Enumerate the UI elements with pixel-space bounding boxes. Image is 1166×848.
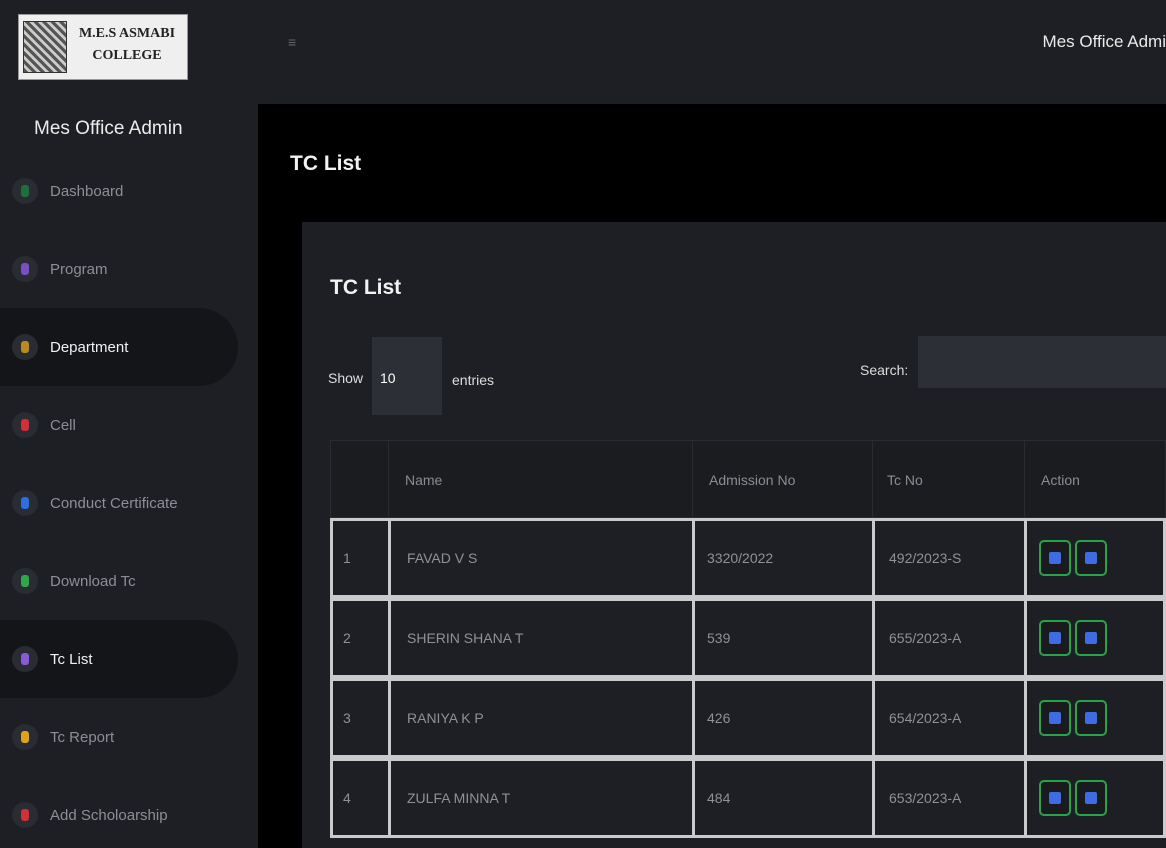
cell-admission-no: 426: [695, 681, 875, 755]
cell-name: FAVAD V S: [391, 521, 695, 595]
sidebar-item-program[interactable]: Program: [0, 230, 238, 308]
logo-line-1: M.E.S ASMABI: [78, 26, 176, 41]
sidebar-item-label: Conduct Certificate: [50, 494, 178, 512]
header-action: Action: [1041, 472, 1080, 488]
cell-index: 3: [333, 681, 391, 755]
sidebar-item-download-tc[interactable]: Download Tc: [0, 542, 238, 620]
sidebar-admin-title: Mes Office Admin: [34, 118, 183, 139]
search-label: Search:: [860, 362, 909, 378]
sidebar-item-label: Tc Report: [50, 728, 115, 746]
top-bar: ≡ Mes Office Admi: [258, 0, 1166, 104]
cell-name: ZULFA MINNA T: [391, 761, 695, 835]
tc-list-card: TC List Show 10 entries Search: Name Adm…: [302, 222, 1166, 848]
cell-admission-no: 3320/2022: [695, 521, 875, 595]
download-icon: [12, 568, 38, 594]
edit-button[interactable]: [1039, 620, 1071, 656]
cell-index: 1: [333, 521, 391, 595]
edit-button[interactable]: [1039, 700, 1071, 736]
edit-button[interactable]: [1039, 540, 1071, 576]
table-row: 1 FAVAD V S 3320/2022 492/2023-S: [330, 518, 1166, 598]
header-admission-no[interactable]: Admission No: [693, 441, 873, 519]
scholarship-icon: [12, 802, 38, 828]
edit-button[interactable]: [1039, 780, 1071, 816]
list-icon: [12, 646, 38, 672]
cell-index: 4: [333, 761, 391, 835]
cell-tc-no: 653/2023-A: [875, 761, 1027, 835]
edit-icon: [1049, 712, 1061, 724]
delete-icon: [1085, 712, 1097, 724]
table-row: 2 SHERIN SHANA T 539 655/2023-A: [330, 598, 1166, 678]
sidebar-item-label: Department: [50, 338, 129, 356]
department-icon: [12, 334, 38, 360]
sidebar-item-label: Cell: [50, 416, 76, 434]
entries-length-select[interactable]: 10: [372, 337, 442, 415]
delete-button[interactable]: [1075, 780, 1107, 816]
edit-icon: [1049, 632, 1061, 644]
delete-button[interactable]: [1075, 540, 1107, 576]
college-emblem-icon: [23, 21, 67, 73]
delete-icon: [1085, 632, 1097, 644]
sidebar-item-label: Tc List: [50, 650, 93, 668]
sidebar-item-tc-list[interactable]: Tc List: [0, 620, 238, 698]
report-icon: [12, 724, 38, 750]
sidebar-item-label: Program: [50, 260, 108, 278]
edit-icon: [1049, 792, 1061, 804]
sidebar-item-cell[interactable]: Cell: [0, 386, 238, 464]
header-tc-no[interactable]: Tc No: [873, 441, 1025, 519]
delete-icon: [1085, 552, 1097, 564]
header-index[interactable]: [331, 441, 389, 519]
table-header: Name Admission No Tc No Action: [330, 440, 1166, 519]
cell-action: [1027, 681, 1163, 755]
delete-button[interactable]: [1075, 700, 1107, 736]
sidebar-item-add-scholoarship[interactable]: Add Scholoarship: [0, 776, 238, 848]
entries-label: entries: [452, 372, 495, 388]
sidebar-item-tc-report[interactable]: Tc Report: [0, 698, 238, 776]
cell-admission-no: 484: [695, 761, 875, 835]
card-title: TC List: [330, 276, 402, 299]
header-name[interactable]: Name: [389, 441, 693, 519]
delete-icon: [1085, 792, 1097, 804]
search-input[interactable]: [918, 336, 1166, 388]
sidebar: M.E.S ASMABI COLLEGE Mes Office Admin Da…: [0, 0, 258, 848]
sidebar-item-label: Dashboard: [50, 182, 124, 200]
cell-action: [1027, 521, 1163, 595]
show-label: Show: [328, 370, 364, 386]
sidebar-item-conduct-certificate[interactable]: Conduct Certificate: [0, 464, 238, 542]
cell-action: [1027, 601, 1163, 675]
cell-action: [1027, 761, 1163, 835]
page-title: TC List: [290, 152, 362, 175]
sidebar-item-dashboard[interactable]: Dashboard: [0, 152, 238, 230]
dashboard-icon: [12, 178, 38, 204]
cell-icon: [12, 412, 38, 438]
certificate-icon: [12, 490, 38, 516]
hamburger-icon[interactable]: ≡: [288, 34, 296, 50]
cell-name: RANIYA K P: [391, 681, 695, 755]
sidebar-item-label: Download Tc: [50, 572, 136, 590]
delete-button[interactable]: [1075, 620, 1107, 656]
cell-tc-no: 492/2023-S: [875, 521, 1027, 595]
cell-tc-no: 654/2023-A: [875, 681, 1027, 755]
top-user-name[interactable]: Mes Office Admi: [1043, 32, 1166, 52]
sidebar-item-label: Add Scholoarship: [50, 806, 168, 824]
cell-admission-no: 539: [695, 601, 875, 675]
table-row: 4 ZULFA MINNA T 484 653/2023-A: [330, 758, 1166, 838]
edit-icon: [1049, 552, 1061, 564]
table-row: 3 RANIYA K P 426 654/2023-A: [330, 678, 1166, 758]
cell-index: 2: [333, 601, 391, 675]
sidebar-item-department[interactable]: Department: [0, 308, 238, 386]
main-content: TC List TC List Show 10 entries Search: …: [258, 104, 1166, 848]
cell-name: SHERIN SHANA T: [391, 601, 695, 675]
college-logo[interactable]: M.E.S ASMABI COLLEGE: [18, 14, 188, 80]
program-icon: [12, 256, 38, 282]
cell-tc-no: 655/2023-A: [875, 601, 1027, 675]
logo-line-2: COLLEGE: [92, 48, 162, 63]
